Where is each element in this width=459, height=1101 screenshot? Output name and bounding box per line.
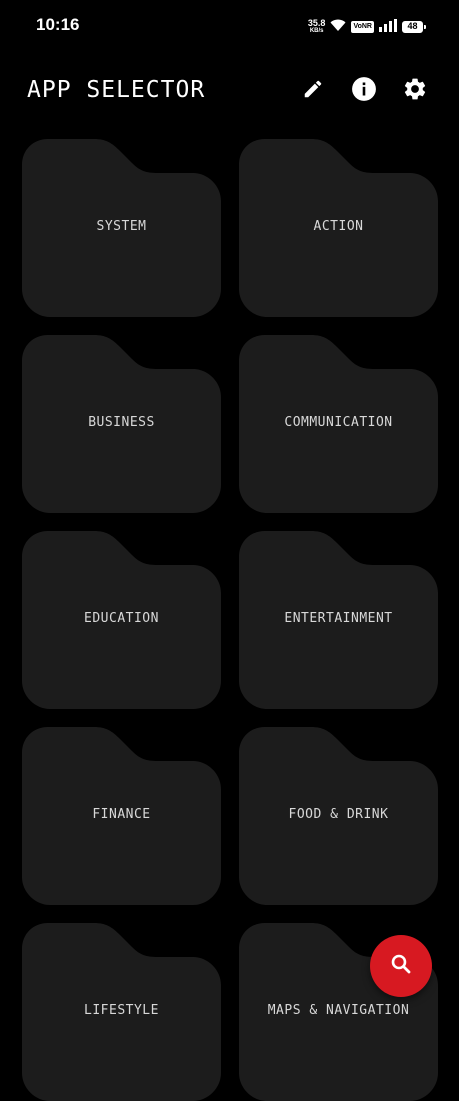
- settings-button[interactable]: [402, 78, 428, 104]
- category-label: FOOD & DRINK: [288, 807, 389, 822]
- category-folder[interactable]: FOOD & DRINK: [239, 727, 438, 905]
- category-folder[interactable]: SYSTEM: [22, 139, 221, 317]
- search-button[interactable]: [370, 935, 432, 997]
- category-label: EDUCATION: [84, 611, 159, 626]
- gear-icon: [402, 76, 428, 106]
- category-label: BUSINESS: [88, 415, 155, 430]
- category-folder[interactable]: ACTION: [239, 139, 438, 317]
- search-icon: [389, 952, 413, 980]
- status-time: 10:16: [36, 15, 80, 34]
- network-speed-value: 35.8: [307, 17, 326, 28]
- info-icon: [351, 76, 377, 106]
- network-speed-unit: KB/s: [309, 27, 324, 34]
- category-label: ENTERTAINMENT: [284, 611, 393, 626]
- category-label: COMMUNICATION: [284, 415, 393, 430]
- category-label: SYSTEM: [96, 219, 147, 234]
- appbar-actions: [300, 76, 428, 106]
- category-folder[interactable]: BUSINESS: [22, 335, 221, 513]
- category-label: LIFESTYLE: [84, 1003, 159, 1018]
- status-icons: 35.8 KB/s VoNR 48: [307, 17, 426, 36]
- edit-icon: [302, 78, 324, 104]
- battery-level: 48: [407, 21, 418, 31]
- page-title: APP SELECTOR: [27, 77, 206, 103]
- info-button[interactable]: [351, 76, 377, 106]
- edit-button[interactable]: [300, 78, 326, 104]
- vonr-badge: VoNR: [351, 20, 374, 33]
- network-speed: 35.8 KB/s: [307, 17, 326, 35]
- category-label: MAPS & NAVIGATION: [267, 1003, 410, 1018]
- category-folder[interactable]: FINANCE: [22, 727, 221, 905]
- status-bar: 10:16 35.8 KB/s VoNR 48: [0, 0, 459, 52]
- category-folder[interactable]: LIFESTYLE: [22, 923, 221, 1101]
- category-folder[interactable]: EDUCATION: [22, 531, 221, 709]
- category-folder[interactable]: COMMUNICATION: [239, 335, 438, 513]
- category-label: ACTION: [313, 219, 364, 234]
- battery-icon: 48: [402, 20, 426, 33]
- category-folder[interactable]: ENTERTAINMENT: [239, 531, 438, 709]
- signal-icon: [379, 17, 397, 36]
- wifi-icon: [330, 17, 346, 36]
- category-label: FINANCE: [92, 807, 151, 822]
